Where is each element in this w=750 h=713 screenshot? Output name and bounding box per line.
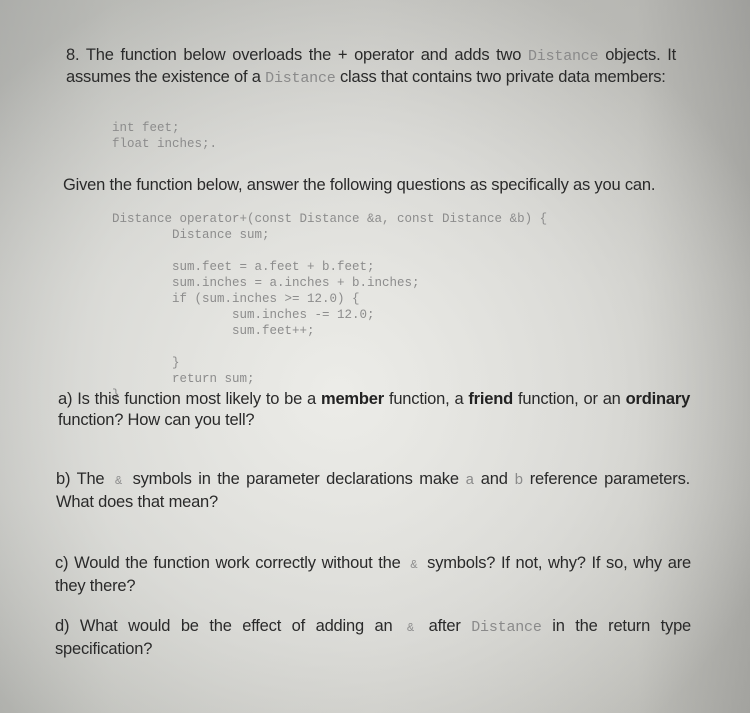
part-label: c): [55, 554, 69, 572]
part-c-text: Would the function work correctly withou…: [74, 554, 401, 572]
intro-text-1: The function below overloads the + opera…: [85, 46, 522, 64]
code-line-blank: ​: [112, 339, 547, 355]
function-code-block: Distance operator+(const Distance &a, co…: [112, 211, 547, 403]
question-number: 8.: [66, 46, 80, 64]
code-line: return sum;: [112, 372, 255, 386]
question-part-b: b) The & symbols in the parameter declar…: [56, 469, 690, 513]
part-a-text: function, or an: [517, 390, 621, 408]
part-label: a): [58, 390, 73, 408]
part-b-text: and: [480, 470, 508, 488]
part-a-text: function? How can you tell?: [58, 411, 255, 429]
code-line: int feet;: [112, 121, 180, 135]
question-intro: 8. The function below overloads the + op…: [66, 45, 676, 89]
worksheet-page: 8. The function below overloads the + op…: [0, 0, 750, 713]
part-b-text: symbols in the parameter declarations ma…: [132, 470, 459, 488]
class-name-inline: Distance: [471, 619, 542, 636]
code-line: if (sum.inches >= 12.0) {: [112, 292, 360, 306]
code-line: Distance sum;: [112, 228, 270, 242]
instruction-text: Given the function below, answer the fol…: [63, 176, 656, 194]
class-name-inline: Distance: [528, 48, 599, 65]
question-part-d: d) What would be the effect of adding an…: [55, 616, 691, 660]
question-part-c: c) Would the function work correctly wit…: [55, 553, 691, 597]
part-label: d): [55, 617, 70, 635]
part-d-text: after: [428, 617, 461, 635]
code-line: sum.feet = a.feet + b.feet;: [112, 260, 375, 274]
part-d-text: What would be the effect of adding an: [79, 617, 393, 635]
class-name-inline: Distance: [265, 70, 336, 87]
keyword-ordinary: ordinary: [625, 390, 691, 408]
part-b-text: The: [76, 470, 105, 488]
param-a: a: [465, 472, 475, 489]
keyword-friend: friend: [468, 390, 514, 408]
ampersand-symbol: &: [407, 621, 415, 635]
keyword-member: member: [320, 390, 384, 408]
ampersand-symbol: &: [114, 474, 122, 488]
code-line: sum.inches -= 12.0;: [112, 308, 375, 322]
part-a-text: function, a: [388, 390, 464, 408]
code-line: Distance operator+(const Distance &a, co…: [112, 212, 548, 226]
part-label: b): [56, 470, 71, 488]
code-line: }: [112, 356, 180, 370]
param-b: b: [514, 472, 524, 489]
code-line: float inches;.: [112, 137, 218, 151]
code-line-blank: ​: [112, 243, 547, 259]
ampersand-symbol: &: [410, 558, 418, 572]
part-a-text: Is this function most likely to be a: [77, 390, 317, 408]
data-members-code: int feet; float inches;.: [112, 120, 217, 152]
code-line: sum.inches = a.inches + b.inches;: [112, 276, 420, 290]
intro-text-3: class that contains two private data mem…: [339, 68, 666, 86]
code-line: sum.feet++;: [112, 324, 315, 338]
question-part-a: a) Is this function most likely to be a …: [58, 389, 690, 431]
